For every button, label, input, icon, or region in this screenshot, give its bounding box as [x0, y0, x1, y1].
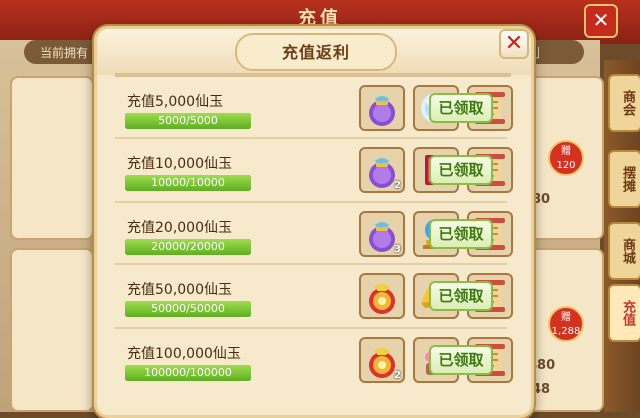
row-divider	[115, 327, 507, 329]
bonus-badge-label: 赠	[561, 146, 571, 157]
reward-tier-label: 充值20,000仙玉	[127, 220, 232, 236]
background-price: 48	[532, 382, 551, 397]
reward-tier-label: 充值5,000仙玉	[127, 94, 224, 110]
row-divider	[115, 201, 507, 203]
dialog-close-button[interactable]: ✕	[499, 29, 529, 59]
reward-item-slot[interactable]: 2	[359, 337, 405, 383]
bonus-badge-label: 赠	[561, 312, 571, 323]
progress-text: 5000/5000	[158, 114, 218, 127]
reward-row: 充值100,000仙玉 100000/100000 2 已领取	[111, 327, 513, 391]
progress-bar: 100000/100000	[125, 365, 251, 381]
side-tab-shop-guild[interactable]: 商会	[608, 74, 640, 132]
background-close-button[interactable]: ✕	[584, 4, 618, 38]
close-icon: ✕	[592, 8, 610, 32]
reward-item-slot[interactable]	[359, 85, 405, 131]
reward-row: 充值5,000仙玉 5000/5000 已领取	[111, 79, 513, 139]
reward-tier-label: 充值50,000仙玉	[127, 282, 232, 298]
reward-list[interactable]: 充值5,000仙玉 5000/5000 已领取 充值10,000仙玉 10000/100…	[111, 73, 513, 413]
reward-row: 充值20,000仙玉 20000/20000 3 已领取	[111, 201, 513, 265]
reward-item-slot[interactable]	[359, 273, 405, 319]
dialog-title: 充值返利	[281, 43, 350, 62]
reward-row: 充值10,000仙玉 10000/10000 2 已领取	[111, 137, 513, 201]
claimed-button[interactable]: 已领取	[429, 281, 493, 311]
purple-pouch-icon	[369, 96, 395, 126]
progress-text: 10000/10000	[151, 176, 225, 189]
progress-text: 100000/100000	[144, 366, 232, 379]
item-count: 3	[394, 244, 401, 255]
red-gold-pouch-icon	[369, 284, 395, 314]
claimed-button[interactable]: 已领取	[429, 345, 493, 375]
progress-bar: 5000/5000	[125, 113, 251, 129]
reward-row: 充值50,000仙玉 50000/50000 已领取	[111, 263, 513, 327]
row-divider	[115, 263, 507, 265]
claimed-button[interactable]: 已领取	[429, 155, 493, 185]
bonus-badge-value: 1,288	[551, 326, 581, 337]
reward-tier-label: 充值10,000仙玉	[127, 156, 232, 172]
row-divider	[115, 137, 507, 139]
bonus-badge: 赠 1,288	[548, 306, 584, 342]
side-tab-recharge[interactable]: 充值	[608, 284, 640, 342]
item-count: 2	[394, 370, 401, 381]
bonus-badge: 赠 120	[548, 140, 584, 176]
progress-bar: 10000/10000	[125, 175, 251, 191]
background-card	[10, 248, 94, 412]
background-price: 80	[532, 192, 551, 207]
progress-bar: 50000/50000	[125, 301, 251, 317]
reward-item-slot[interactable]: 3	[359, 211, 405, 257]
close-icon: ✕	[504, 31, 524, 56]
reward-item-slot[interactable]: 2	[359, 147, 405, 193]
side-tab-mall[interactable]: 商城	[608, 222, 640, 280]
side-tab-stall[interactable]: 摆摊	[608, 150, 640, 208]
reward-tier-label: 充值100,000仙玉	[127, 346, 241, 362]
balance-label: 当前拥有	[40, 46, 89, 60]
background-card	[10, 76, 94, 240]
item-count: 2	[394, 180, 401, 191]
progress-bar: 20000/20000	[125, 239, 251, 255]
progress-text: 20000/20000	[151, 240, 225, 253]
progress-text: 50000/50000	[151, 302, 225, 315]
claimed-button[interactable]: 已领取	[429, 93, 493, 123]
recharge-rebate-dialog: 充值返利 ✕ 充值5,000仙玉 5000/5000 已领取 充值10,000仙玉 10…	[94, 26, 534, 418]
bonus-badge-value: 120	[556, 160, 576, 171]
claimed-button[interactable]: 已领取	[429, 219, 493, 249]
